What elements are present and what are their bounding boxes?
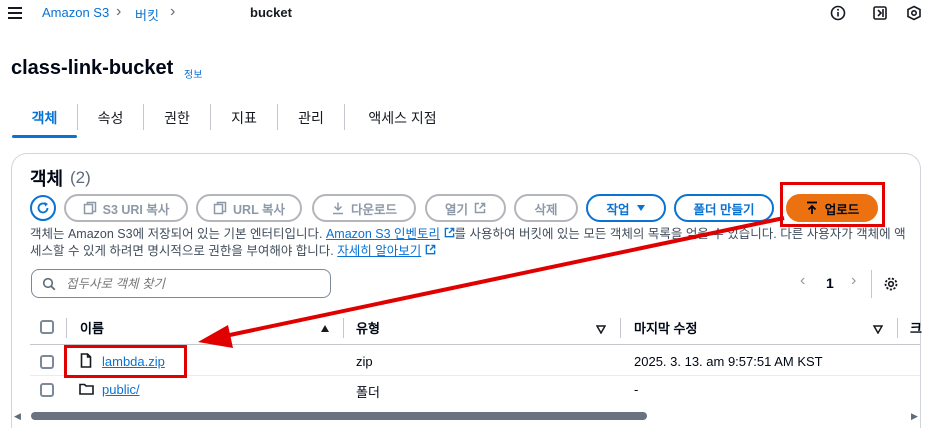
annotation-arrow: [198, 216, 785, 348]
